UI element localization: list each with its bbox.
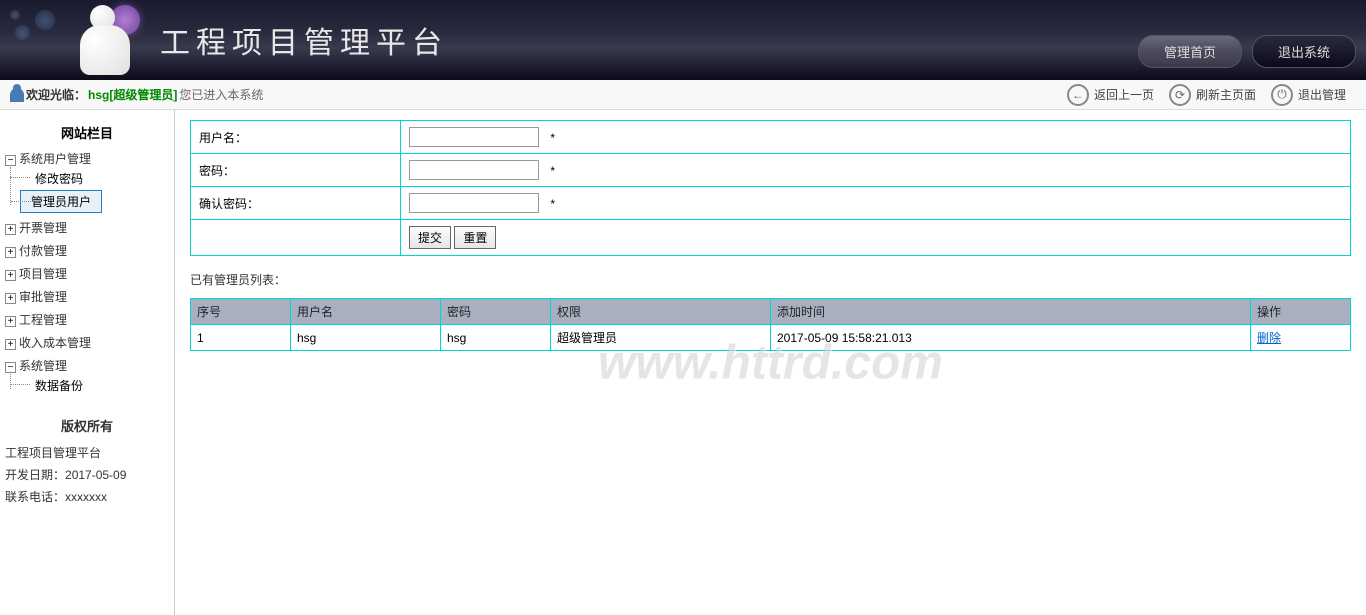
required-mark: * [550, 197, 555, 211]
collapse-icon[interactable]: − [5, 155, 16, 166]
expand-icon[interactable]: + [5, 270, 16, 281]
username-label: 用户名： [191, 121, 401, 154]
table-cell: 超级管理员 [551, 325, 771, 351]
tree-item: −系统管理数据备份 [5, 354, 169, 400]
header-decoration [5, 5, 65, 45]
copyright-heading: 版权所有 [5, 410, 169, 443]
tree-label[interactable]: 付款管理 [19, 244, 67, 258]
tree-sub-item[interactable]: 数据备份 [20, 374, 169, 397]
power-icon[interactable]: ⏻ [1271, 84, 1293, 106]
expand-icon[interactable]: + [5, 293, 16, 304]
exit-button[interactable]: 退出系统 [1252, 35, 1356, 68]
table-header: 用户名 [291, 299, 441, 325]
reset-button[interactable]: 重置 [454, 226, 496, 249]
tree-sub-item[interactable]: 管理员用户 [20, 190, 102, 213]
password-input[interactable] [409, 160, 539, 180]
tree-item: +收入成本管理 [5, 331, 169, 354]
tree-label[interactable]: 收入成本管理 [19, 336, 91, 350]
delete-link[interactable]: 删除 [1257, 331, 1281, 345]
tree-label[interactable]: 工程管理 [19, 313, 67, 327]
tree-label[interactable]: 审批管理 [19, 290, 67, 304]
home-button[interactable]: 管理首页 [1138, 35, 1242, 68]
tree-label[interactable]: 系统管理 [19, 359, 67, 373]
submit-button[interactable]: 提交 [409, 226, 451, 249]
table-header: 添加时间 [771, 299, 1251, 325]
table-header: 权限 [551, 299, 771, 325]
expand-icon[interactable]: + [5, 224, 16, 235]
list-title: 已有管理员列表： [190, 271, 1351, 288]
tree-label[interactable]: 开票管理 [19, 221, 67, 235]
user-icon [10, 88, 24, 102]
tree-item: +开票管理 [5, 216, 169, 239]
expand-icon[interactable]: + [5, 316, 16, 327]
expand-icon[interactable]: + [5, 339, 16, 350]
header-buttons: 管理首页 退出系统 [1138, 35, 1356, 68]
tree-item: −系统用户管理修改密码管理员用户 [5, 147, 169, 216]
tree-label[interactable]: 项目管理 [19, 267, 67, 281]
tree-item: +工程管理 [5, 308, 169, 331]
user-role: hsg[超级管理员] [88, 86, 177, 103]
back-icon[interactable]: ← [1067, 84, 1089, 106]
entered-text: 您已进入本系统 [179, 86, 263, 103]
table-header: 序号 [191, 299, 291, 325]
table-cell: hsg [441, 325, 551, 351]
required-mark: * [550, 131, 555, 145]
mascot-icon [70, 5, 140, 80]
app-title: 工程项目管理平台 [160, 18, 448, 62]
content-area: www.httrd.com 用户名： * 密码： * 确认密码： [175, 110, 1366, 615]
table-cell: 1 [191, 325, 291, 351]
tree-item: +审批管理 [5, 285, 169, 308]
admin-form: 用户名： * 密码： * 确认密码： * [190, 120, 1351, 256]
info-bar: 欢迎光临： hsg[超级管理员] 您已进入本系统 ← 返回上一页 ⟳ 刷新主页面… [0, 80, 1366, 110]
collapse-icon[interactable]: − [5, 362, 16, 373]
copyright-name: 工程项目管理平台 [5, 443, 169, 465]
expand-icon[interactable]: + [5, 247, 16, 258]
username-input[interactable] [409, 127, 539, 147]
table-header: 操作 [1251, 299, 1351, 325]
password-label: 密码： [191, 154, 401, 187]
table-header: 密码 [441, 299, 551, 325]
dev-date: 开发日期：2017-05-09 [5, 465, 169, 487]
tree-item: +项目管理 [5, 262, 169, 285]
logout-link[interactable]: 退出管理 [1298, 86, 1346, 103]
table-row: 1hsghsg超级管理员2017-05-09 15:58:21.013删除 [191, 325, 1351, 351]
confirm-input[interactable] [409, 193, 539, 213]
back-link[interactable]: 返回上一页 [1094, 86, 1154, 103]
tree-label[interactable]: 系统用户管理 [19, 152, 91, 166]
sidebar-heading: 网站栏目 [5, 118, 169, 147]
welcome-label: 欢迎光临： [26, 86, 86, 103]
required-mark: * [550, 164, 555, 178]
tree-sub-item[interactable]: 修改密码 [20, 167, 169, 190]
table-cell: hsg [291, 325, 441, 351]
app-header: 工程项目管理平台 管理首页 退出系统 [0, 0, 1366, 80]
admin-table: 序号用户名密码权限添加时间操作 1hsghsg超级管理员2017-05-09 1… [190, 298, 1351, 351]
refresh-link[interactable]: 刷新主页面 [1196, 86, 1256, 103]
tree-item: +付款管理 [5, 239, 169, 262]
contact: 联系电话：xxxxxxx [5, 487, 169, 509]
refresh-icon[interactable]: ⟳ [1169, 84, 1191, 106]
confirm-label: 确认密码： [191, 187, 401, 220]
sidebar: 网站栏目 −系统用户管理修改密码管理员用户+开票管理+付款管理+项目管理+审批管… [0, 110, 175, 615]
table-cell: 2017-05-09 15:58:21.013 [771, 325, 1251, 351]
table-cell: 删除 [1251, 325, 1351, 351]
